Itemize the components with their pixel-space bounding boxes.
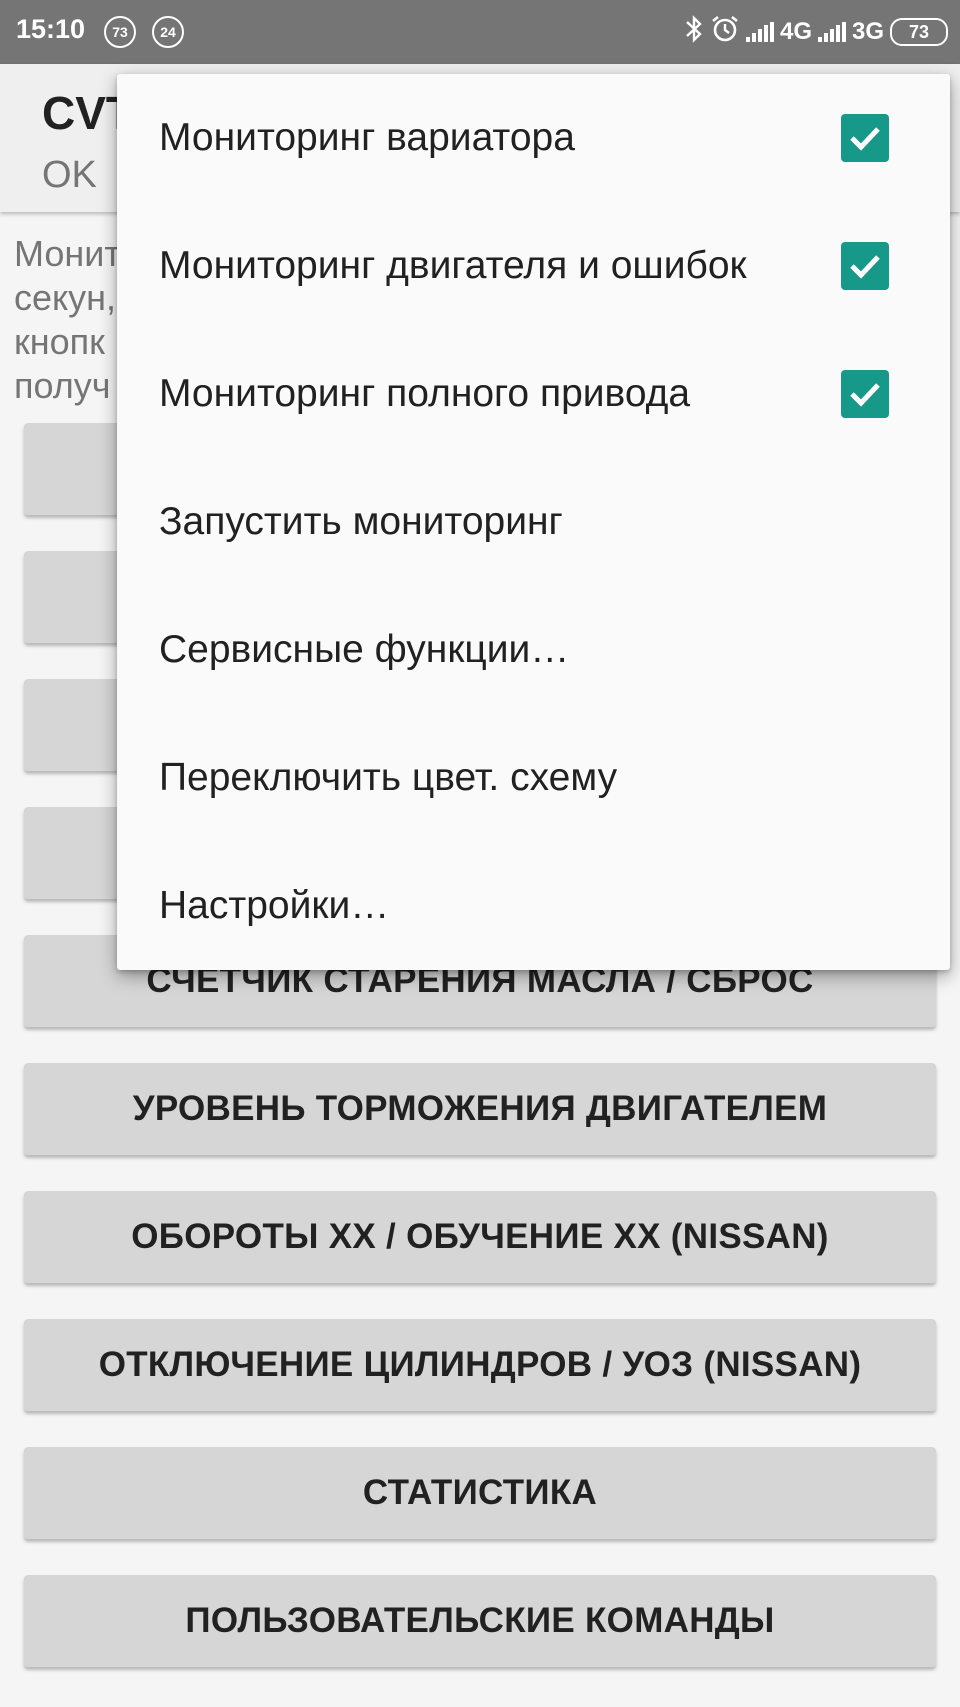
menu-item-cvt-monitoring[interactable]: Мониторинг вариатора [117, 74, 950, 202]
status-bar: 15:10 73 24 4G 3G 73 [0, 0, 960, 64]
menu-item-label: Сервисные функции… [159, 628, 570, 671]
menu-item-service-functions[interactable]: Сервисные функции… [117, 586, 950, 714]
network-type-label: 3G [851, 18, 884, 45]
menu-item-engine-monitoring[interactable]: Мониторинг двигателя и ошибок [117, 202, 950, 330]
notification-badge-icon: 24 [152, 16, 184, 48]
overflow-menu: Мониторинг вариатора Мониторинг двигател… [117, 74, 950, 970]
app-subtitle: OK [42, 154, 97, 196]
idle-rpm-button[interactable]: ОБОРОТЫ ХХ / ОБУЧЕНИЕ ХХ (NISSAN) [24, 1191, 936, 1283]
notification-badge-icon: 73 [104, 16, 136, 48]
statistics-button[interactable]: СТАТИСТИКА [24, 1447, 936, 1539]
network-type-label: 4G [779, 18, 812, 45]
menu-item-label: Мониторинг полного привода [159, 372, 691, 415]
signal-icon [745, 22, 774, 42]
cylinder-cutoff-button[interactable]: ОТКЛЮЧЕНИЕ ЦИЛИНДРОВ / УОЗ (NISSAN) [24, 1319, 936, 1411]
menu-item-start-monitoring[interactable]: Запустить мониторинг [117, 458, 950, 586]
menu-item-label: Мониторинг вариатора [159, 116, 575, 159]
status-icons: 4G 3G 73 [684, 14, 948, 50]
bluetooth-icon [684, 14, 704, 50]
user-commands-button[interactable]: ПОЛЬЗОВАТЕЛЬСКИЕ КОМАНДЫ [24, 1575, 936, 1667]
menu-item-label: Переключить цвет. схему [159, 756, 618, 799]
battery-icon: 73 [890, 18, 948, 46]
checkbox-checked-icon[interactable] [841, 114, 889, 162]
menu-item-label: Настройки… [159, 884, 390, 927]
alarm-icon [710, 14, 740, 51]
menu-item-label: Запустить мониторинг [159, 500, 563, 543]
checkbox-checked-icon[interactable] [841, 370, 889, 418]
status-time: 15:10 [16, 14, 86, 44]
engine-braking-level-button[interactable]: УРОВЕНЬ ТОРМОЖЕНИЯ ДВИГАТЕЛЕМ [24, 1063, 936, 1155]
menu-item-awd-monitoring[interactable]: Мониторинг полного привода [117, 330, 950, 458]
menu-item-label: Мониторинг двигателя и ошибок [159, 244, 747, 287]
menu-item-settings[interactable]: Настройки… [117, 842, 950, 970]
signal-icon [817, 22, 846, 42]
menu-item-switch-color-scheme[interactable]: Переключить цвет. схему [117, 714, 950, 842]
checkbox-checked-icon[interactable] [841, 242, 889, 290]
